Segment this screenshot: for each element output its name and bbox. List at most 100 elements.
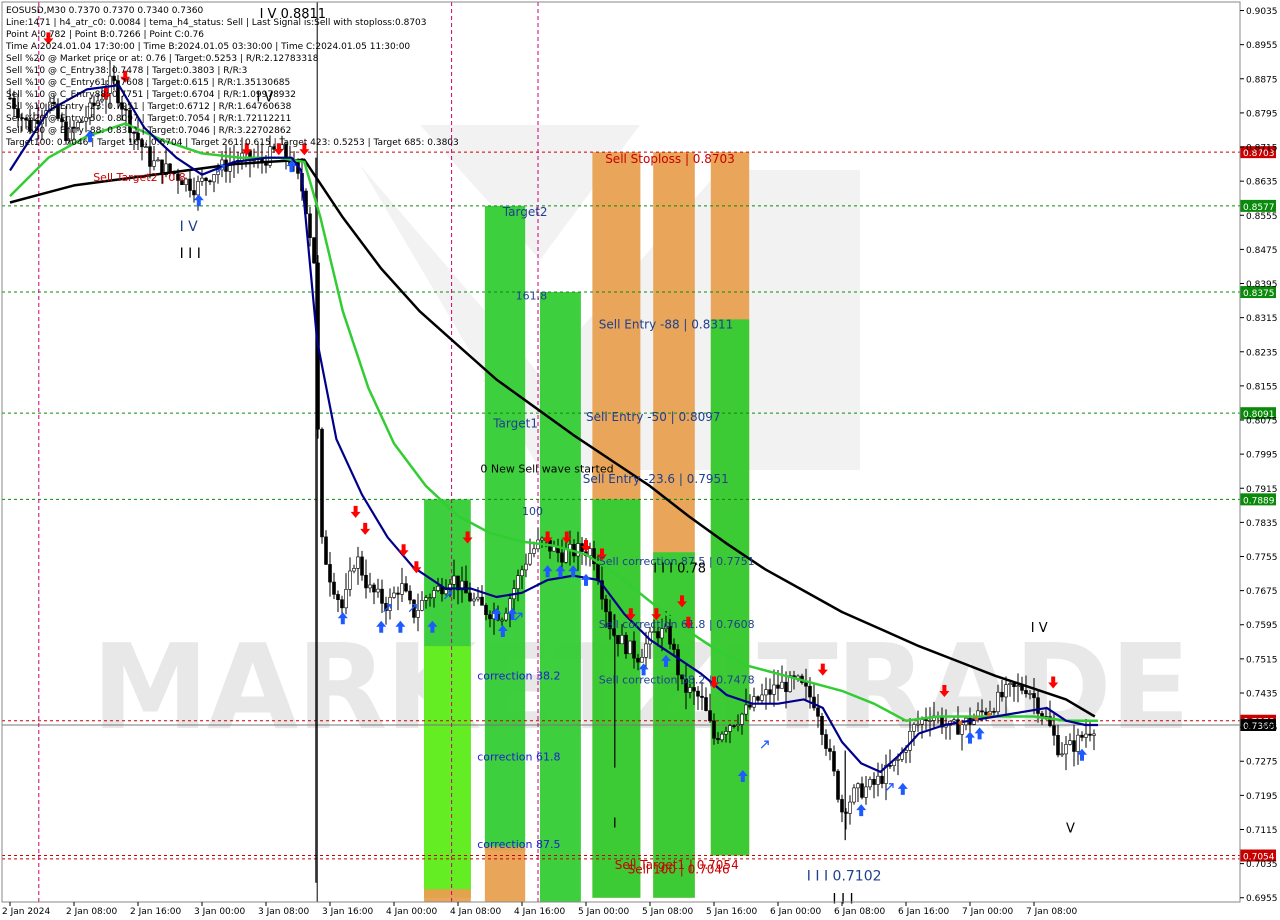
candle-body (520, 569, 524, 576)
y-tick-label: 0.8475 (1246, 246, 1278, 256)
candle-body (732, 725, 736, 727)
chart-annotation: Sell Entry -88 | 0.8311 (599, 317, 733, 331)
candle-body (352, 568, 356, 572)
candle-body (904, 750, 908, 753)
candle-body (372, 584, 376, 593)
candle-body (476, 596, 480, 600)
candle-body (564, 549, 568, 563)
candle-body (472, 598, 476, 602)
candle-body (996, 691, 1000, 713)
x-tick-label: 3 Jan 00:00 (194, 907, 246, 917)
fib-zone (484, 846, 526, 902)
candle-body (204, 177, 208, 182)
candle-body (156, 159, 160, 162)
x-tick-label: 2 Jan 08:00 (66, 907, 118, 917)
candle-body (744, 704, 748, 715)
y-tick-label: 0.8075 (1246, 417, 1278, 427)
candle-body (444, 589, 448, 595)
header-line: Sell %10 @ C_Entry38: 0.7478 | Target:0.… (6, 66, 247, 76)
candle-body (808, 685, 812, 698)
candle-body (772, 684, 776, 695)
candle-body (872, 779, 876, 785)
candle-body (676, 649, 680, 676)
header-line: Time A:2024.01.04 17:30:00 | Time B:2024… (5, 42, 410, 52)
candle-body (336, 594, 340, 600)
y-tick-label: 0.8395 (1246, 280, 1278, 290)
y-tick-label: 0.7515 (1246, 655, 1278, 665)
candle-body (1032, 693, 1036, 699)
candle-body (832, 751, 836, 772)
candle-body (392, 592, 396, 598)
candle-body (428, 597, 432, 599)
header-line: Sell %20 @ Market price or at: 0.76 | Ta… (6, 54, 319, 64)
x-tick-label: 4 Jan 08:00 (450, 907, 502, 917)
y-tick-label: 0.6955 (1246, 894, 1278, 904)
candle-body (340, 599, 344, 609)
y-tick-label: 0.7435 (1246, 689, 1278, 699)
y-tick-label: 0.8555 (1246, 212, 1278, 222)
y-tick-label: 0.8875 (1246, 75, 1278, 85)
candle-body (1088, 733, 1092, 736)
candle-body (696, 690, 700, 697)
candle-body (500, 619, 504, 622)
candle-body (740, 713, 744, 725)
header-line: Sell %10 @ C_Entry61: 0.7608 | Target:0.… (6, 78, 290, 88)
candle-body (480, 596, 484, 606)
candle-body (708, 710, 712, 722)
candle-body (1056, 735, 1060, 756)
candle-body (704, 697, 708, 711)
candle-body (924, 719, 928, 722)
small-marker (987, 712, 992, 717)
candle-body (1052, 725, 1056, 736)
x-tick-label: 2 Jan 16:00 (130, 907, 182, 917)
candle-body (212, 174, 216, 183)
y-tick-label: 0.7595 (1246, 621, 1278, 631)
candle-body (928, 720, 932, 722)
chart-annotation: correction 87.5 (477, 838, 560, 851)
candle-body (308, 213, 312, 238)
candle-body (360, 556, 364, 576)
candle-body (1000, 691, 1004, 698)
candle-body (828, 748, 832, 752)
candle-body (700, 695, 704, 698)
candle-body (736, 724, 740, 727)
candle-body (764, 689, 768, 696)
candle-body (1040, 713, 1044, 717)
candle-body (436, 585, 440, 591)
candle-body (756, 696, 760, 701)
x-tick-label: 5 Jan 00:00 (578, 907, 630, 917)
candle-body (644, 643, 648, 658)
x-tick-label: 7 Jan 08:00 (1026, 907, 1078, 917)
chart-annotation: I I I 0.7102 (807, 869, 882, 885)
candle-body (404, 583, 408, 592)
candle-body (1012, 683, 1016, 687)
candle-body (1076, 734, 1080, 752)
x-tick-label: 3 Jan 16:00 (322, 907, 374, 917)
x-tick-label: 2 Jan 2024 (2, 907, 50, 917)
candle-body (408, 590, 412, 601)
candle-body (468, 592, 472, 602)
candle-body (824, 734, 828, 749)
candle-body (148, 146, 152, 167)
y-tick-label: 0.7835 (1246, 519, 1278, 529)
candle-body (1092, 733, 1096, 736)
x-tick-label: 4 Jan 16:00 (514, 907, 566, 917)
candle-body (656, 631, 660, 639)
candle-body (1024, 690, 1028, 695)
candle-body (488, 614, 492, 620)
candle-body (768, 689, 772, 695)
candle-body (1028, 693, 1032, 695)
candle-body (532, 548, 536, 554)
chart-annotation: Sell Target2 | 0.8 (93, 171, 186, 184)
candle-body (620, 634, 624, 645)
candle-body (1008, 683, 1012, 685)
candle-body (1020, 685, 1024, 691)
candle-body (628, 640, 632, 655)
header-line: Sell %20 @ Entry -50: 0.8097 | Target:0.… (6, 114, 291, 124)
candle-body (856, 783, 860, 789)
candle-body (540, 537, 544, 541)
x-tick-label: 5 Jan 08:00 (642, 907, 694, 917)
candle-body (1016, 685, 1020, 687)
y-tick-label: 0.7035 (1246, 860, 1278, 870)
candle-body (632, 640, 636, 659)
